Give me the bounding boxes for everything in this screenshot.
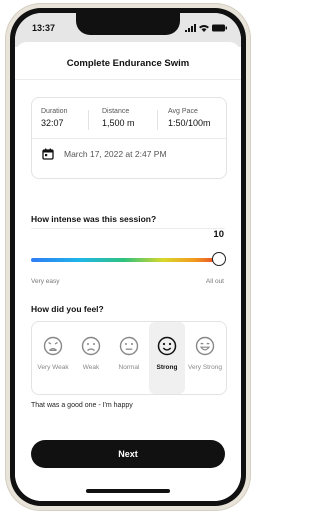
page-title: Complete Endurance Swim [66, 58, 190, 69]
wifi-icon [199, 25, 209, 32]
next-button[interactable]: Next [31, 440, 225, 468]
mood-label: Strong [156, 364, 178, 371]
stat-distance: Distance 1,500 m [102, 108, 135, 128]
feeling-selector: Very Weak Weak Normal Strong Very Strong [31, 321, 227, 395]
session-summary-card: Duration 32:07 Distance 1,500 m Avg Pace… [31, 97, 227, 179]
stat-avg-pace: Avg Pace 1:50/100m [168, 108, 211, 128]
very-weak-face-icon [43, 336, 63, 356]
mood-option-very-weak[interactable]: Very Weak [35, 322, 71, 394]
mood-option-very-strong[interactable]: Very Strong [187, 322, 223, 394]
session-date-row[interactable]: March 17, 2022 at 2:47 PM [42, 148, 167, 160]
stat-separator [88, 110, 89, 130]
weak-face-icon [81, 336, 101, 356]
stat-value: 1:50/100m [168, 118, 211, 128]
mood-label: Very Weak [37, 364, 69, 371]
workout-sheet: Complete Endurance Swim Duration 32:07 D… [15, 42, 241, 501]
very-strong-face-icon [195, 336, 215, 356]
stat-label: Distance [102, 108, 130, 115]
status-time: 13:37 [32, 23, 56, 33]
intensity-slider-thumb[interactable] [212, 252, 226, 266]
signal-icon [185, 24, 196, 32]
phone-screen: 13:37 Complete Endurance Swim Duration 3… [15, 13, 241, 501]
stat-label: Duration [41, 108, 68, 115]
stat-value: 32:07 [41, 118, 64, 128]
mood-label: Weak [82, 364, 100, 371]
mood-option-weak[interactable]: Weak [73, 322, 109, 394]
stat-value: 1,500 m [102, 118, 135, 128]
battery-icon [212, 24, 227, 32]
normal-face-icon [119, 336, 139, 356]
calendar-icon [42, 148, 54, 160]
mood-label: Normal [118, 364, 140, 371]
mood-label: Very Strong [188, 364, 222, 371]
feeling-question: How did you feel? [31, 304, 104, 314]
mood-option-normal[interactable]: Normal [111, 322, 147, 394]
feeling-note[interactable]: That was a good one - I'm happy [31, 402, 133, 409]
intensity-value: 10 [213, 229, 224, 240]
status-icons [185, 24, 227, 32]
session-date: March 17, 2022 at 2:47 PM [64, 149, 167, 159]
stat-duration: Duration 32:07 [41, 108, 67, 128]
header-divider [15, 79, 241, 80]
strong-face-icon [157, 336, 177, 356]
card-divider [32, 138, 226, 139]
dynamic-notch [76, 13, 180, 35]
intensity-question: How intense was this session? [31, 214, 157, 224]
slider-min-label: Very easy [31, 278, 60, 285]
home-indicator[interactable] [86, 489, 170, 493]
mood-option-strong[interactable]: Strong [149, 322, 185, 394]
intensity-slider-track[interactable] [31, 258, 225, 262]
slider-max-label: All out [205, 278, 224, 285]
section-divider [31, 228, 225, 229]
stat-separator [157, 110, 158, 130]
stat-label: Avg Pace [168, 108, 198, 115]
